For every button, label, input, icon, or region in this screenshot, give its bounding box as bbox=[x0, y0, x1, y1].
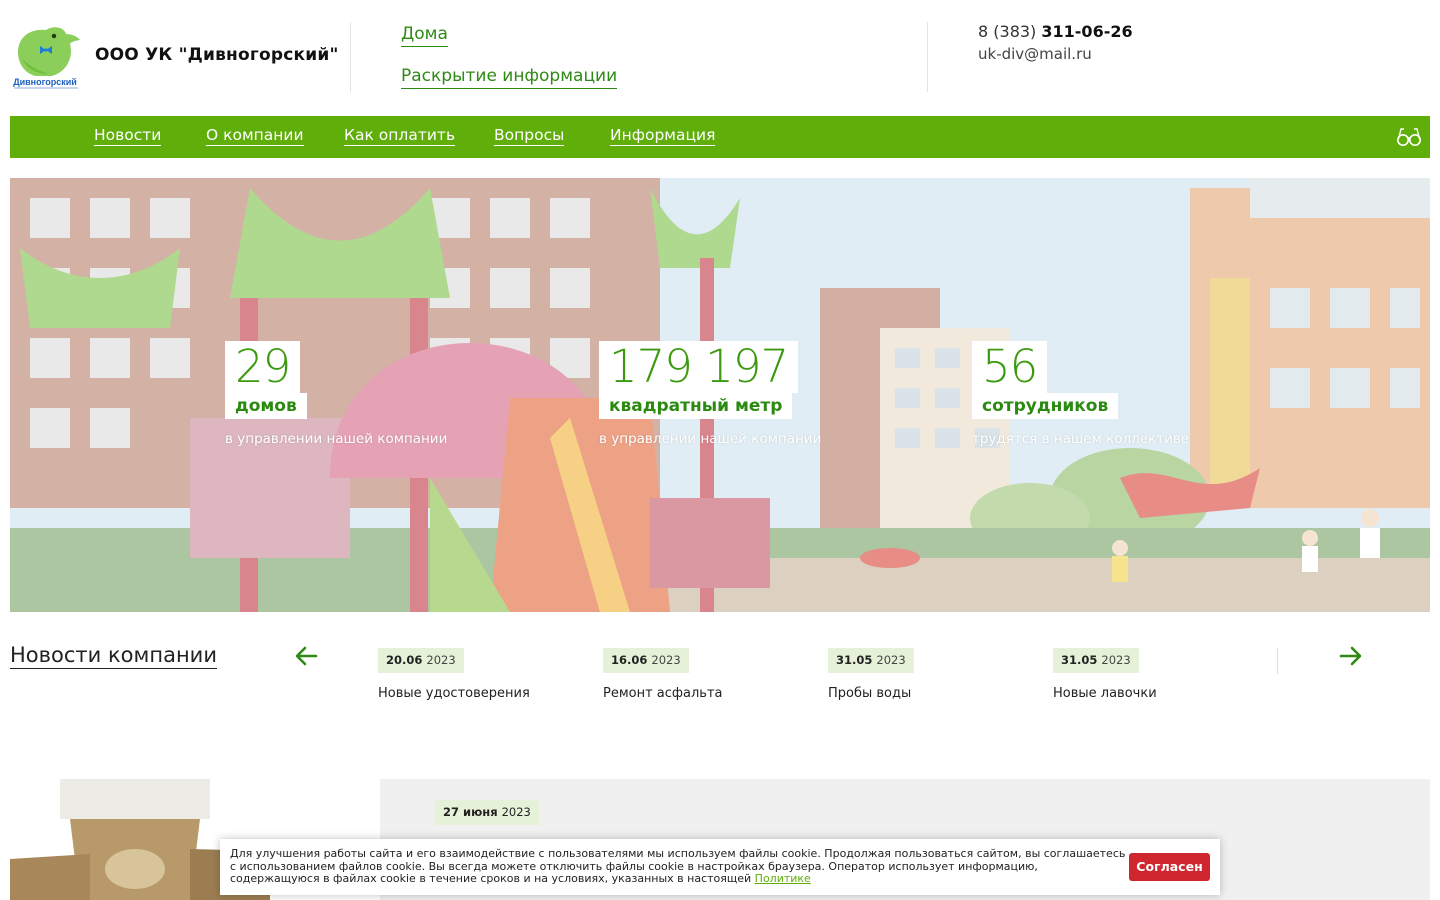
news-item[interactable]: 20.06 2023 Новые удостоверения bbox=[378, 648, 578, 701]
nav-item-about[interactable]: О компании bbox=[206, 127, 304, 146]
news-date: 31.05 2023 bbox=[1053, 648, 1139, 673]
arrow-right-icon[interactable] bbox=[1339, 645, 1363, 667]
stat-value: 179 197 bbox=[599, 341, 799, 393]
phone-prefix: 8 (383) bbox=[978, 22, 1037, 41]
news-headline[interactable]: Пробы воды bbox=[828, 686, 1028, 701]
disclosure-link[interactable]: Раскрытие информации bbox=[401, 66, 618, 89]
stat-area: 179 197 квадратный метр в управлении наш… bbox=[599, 341, 821, 447]
phone-number[interactable]: 8 (383) 311-06-26 bbox=[978, 22, 1133, 41]
glasses-icon[interactable] bbox=[1396, 126, 1422, 148]
news-date: 31.05 2023 bbox=[828, 648, 914, 673]
stat-unit: домов bbox=[225, 393, 307, 419]
news-item[interactable]: 16.06 2023 Ремонт асфальта bbox=[603, 648, 803, 701]
houses-link[interactable]: Дома bbox=[401, 24, 448, 47]
nav-item-how-to-pay[interactable]: Как оплатить bbox=[344, 127, 456, 146]
arrow-left-icon[interactable] bbox=[294, 645, 318, 667]
policy-link[interactable]: Политике bbox=[755, 872, 811, 885]
stat-description: в управлении нашей компании bbox=[599, 431, 822, 447]
news-section-title[interactable]: Новости компании bbox=[10, 643, 217, 669]
logo-text: Дивногорский bbox=[13, 77, 77, 87]
cookie-accept-button[interactable]: Согласен bbox=[1129, 853, 1210, 881]
stat-houses: 29 домов в управлении нашей компании bbox=[225, 341, 447, 447]
news-item[interactable]: 31.05 2023 Новые лавочки bbox=[1053, 648, 1253, 701]
main-nav: Новости О компании Как оплатить Вопросы … bbox=[10, 116, 1430, 158]
nav-item-information[interactable]: Информация bbox=[610, 127, 716, 146]
stat-employees: 56 сотрудников трудятся в нашем коллекти… bbox=[972, 341, 1189, 447]
company-logo[interactable]: Дивногорский bbox=[8, 22, 82, 92]
news-divider bbox=[1277, 648, 1278, 674]
header-divider bbox=[927, 22, 928, 92]
news-date: 16.06 2023 bbox=[603, 648, 689, 673]
company-name: ООО УК "Дивногорский" bbox=[95, 45, 339, 65]
stat-unit: квадратный метр bbox=[599, 393, 793, 419]
phone-main: 311-06-26 bbox=[1041, 22, 1133, 41]
news-headline[interactable]: Ремонт асфальта bbox=[603, 686, 803, 701]
stat-unit: сотрудников bbox=[972, 393, 1119, 419]
stat-description: в управлении нашей компании bbox=[225, 431, 448, 447]
nav-item-news[interactable]: Новости bbox=[94, 127, 162, 146]
news-item[interactable]: 31.05 2023 Пробы воды bbox=[828, 648, 1028, 701]
stat-value: 29 bbox=[225, 341, 301, 393]
email-link[interactable]: uk-div@mail.ru bbox=[978, 45, 1092, 63]
stat-value: 56 bbox=[972, 341, 1048, 393]
article-date: 27 июня 2023 bbox=[435, 800, 539, 825]
site-header: Дивногорский ООО УК "Дивногорский" Дома … bbox=[0, 0, 1440, 116]
stat-description: трудятся в нашем коллективе bbox=[972, 431, 1190, 447]
hero-banner: 29 домов в управлении нашей компании 179… bbox=[10, 178, 1430, 612]
news-headline[interactable]: Новые лавочки bbox=[1053, 686, 1253, 701]
cookie-text: Для улучшения работы сайта и его взаимод… bbox=[230, 847, 1126, 885]
cookie-banner: Для улучшения работы сайта и его взаимод… bbox=[220, 839, 1220, 895]
header-divider bbox=[350, 22, 351, 92]
nav-item-questions[interactable]: Вопросы bbox=[494, 127, 565, 146]
news-date: 20.06 2023 bbox=[378, 648, 464, 673]
news-headline[interactable]: Новые удостоверения bbox=[378, 686, 578, 701]
